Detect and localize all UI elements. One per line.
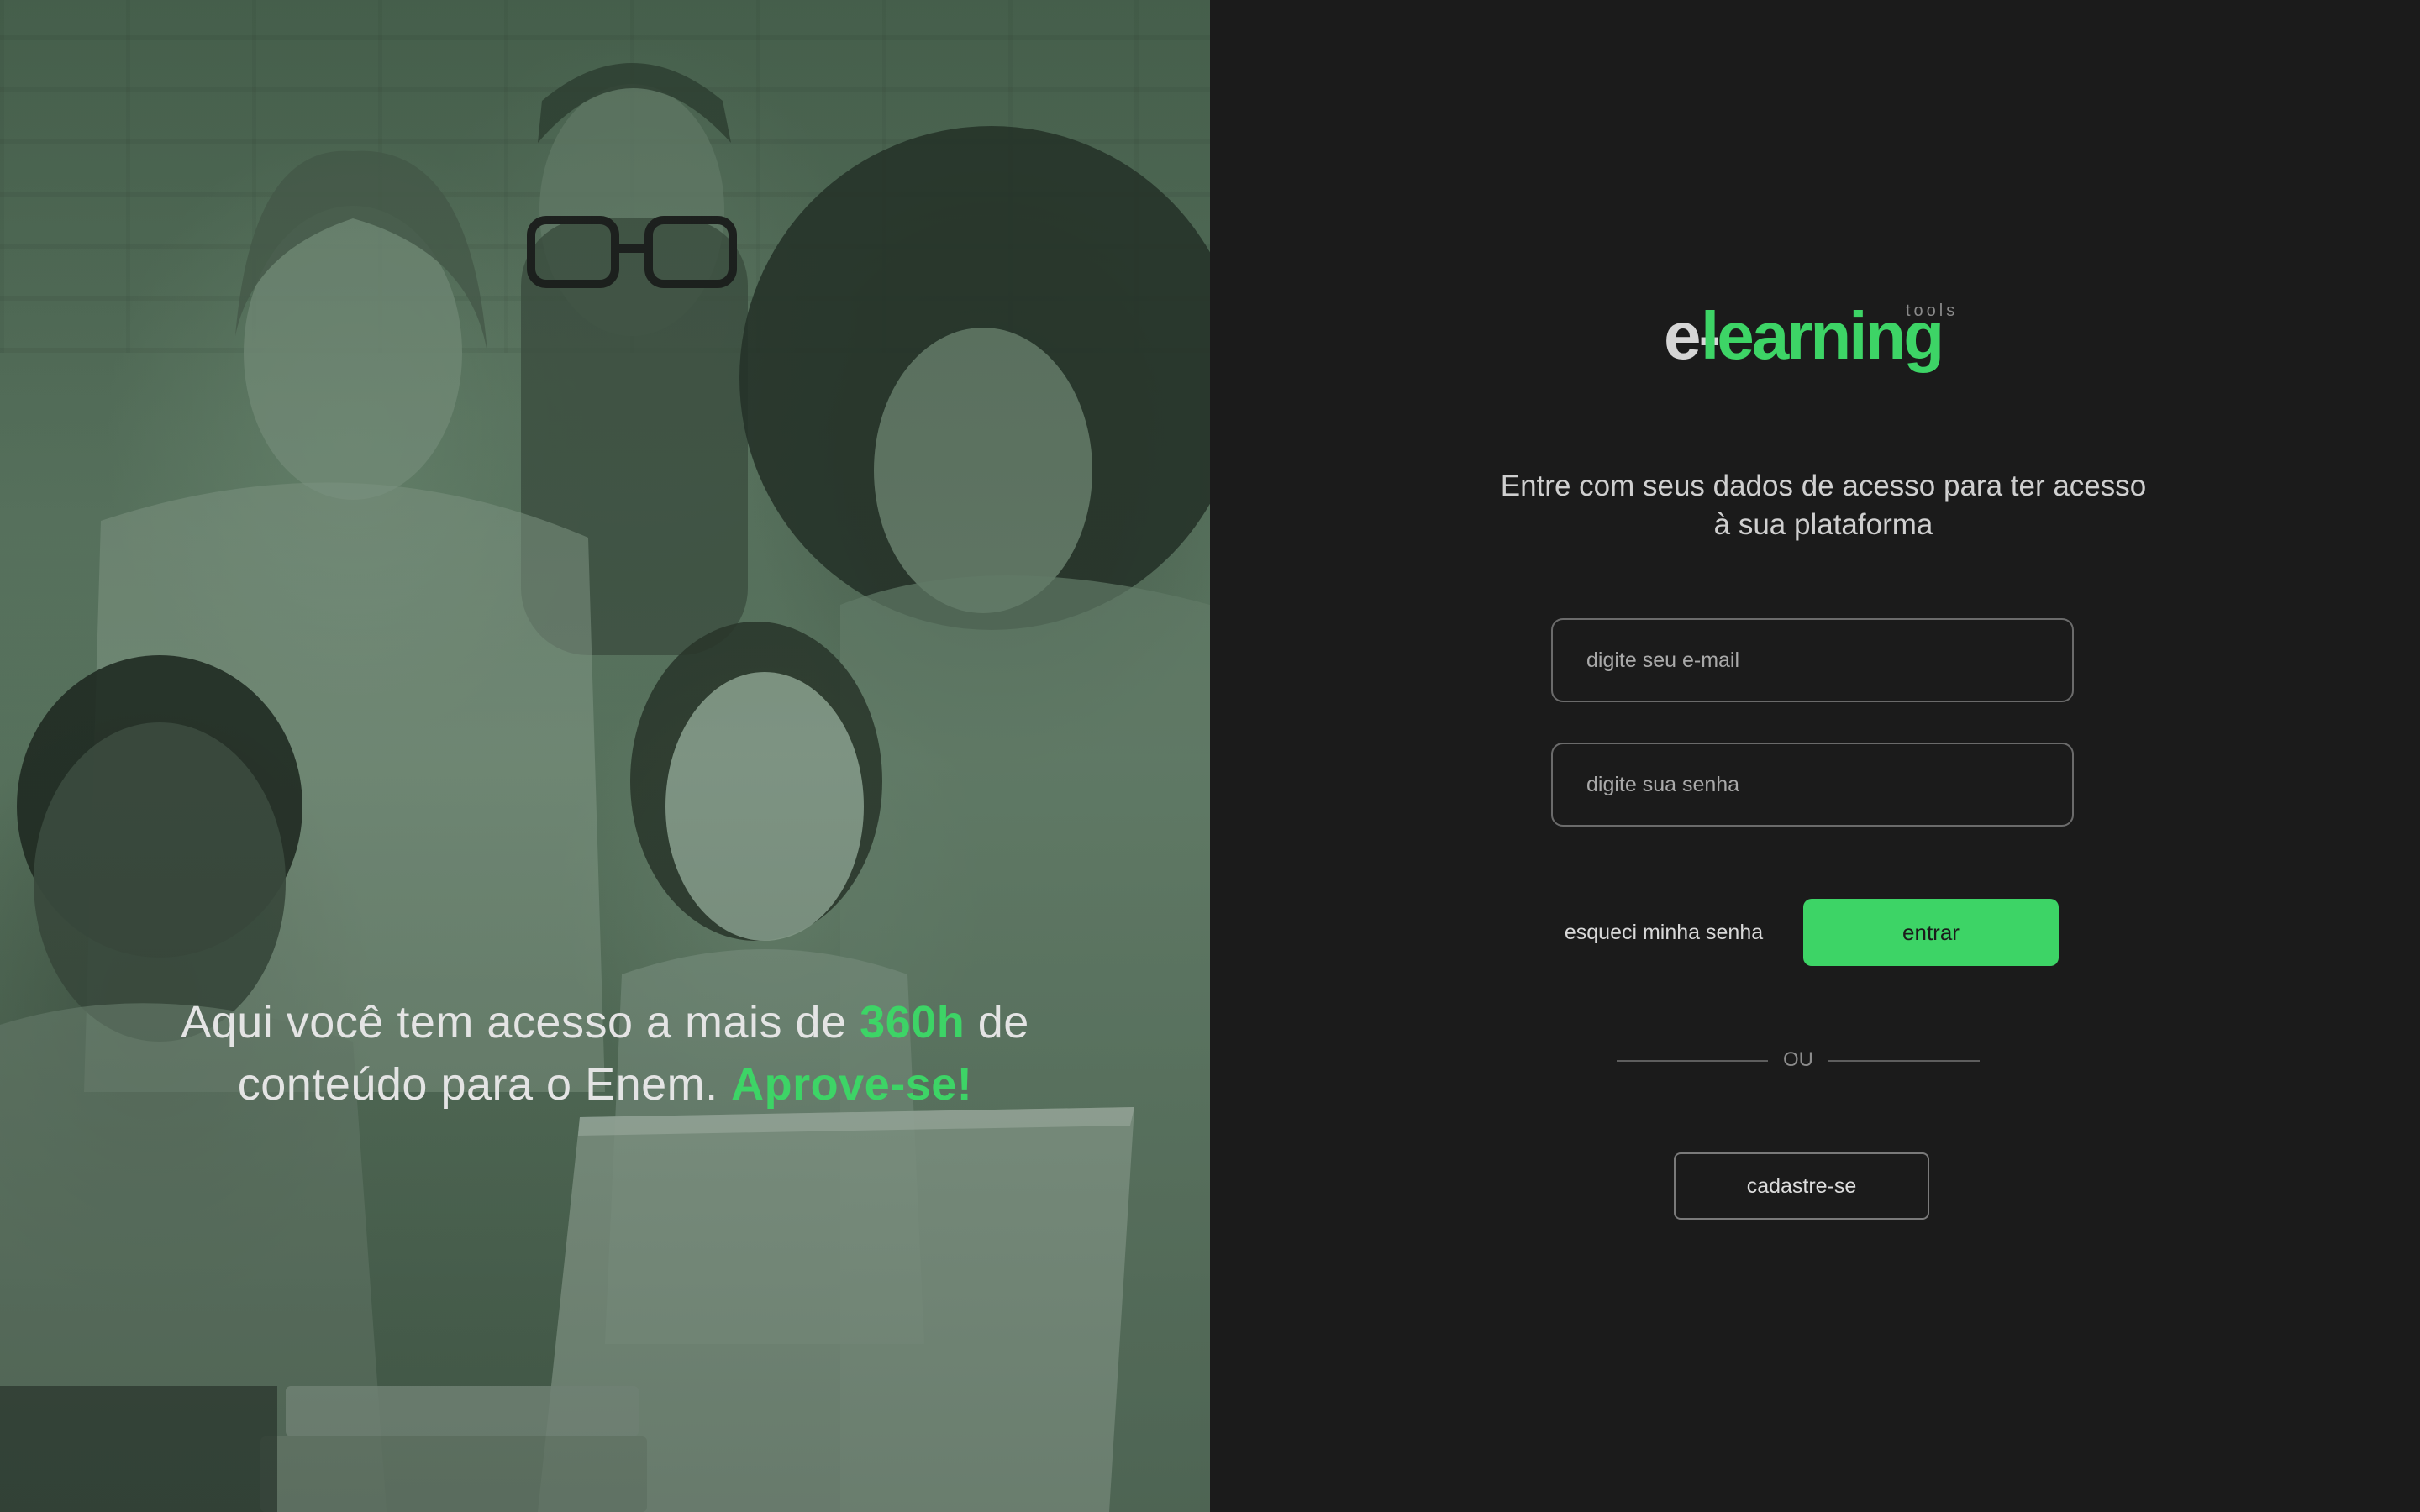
instructions-line1: Entre com seus dados de acesso para ter … [1500,470,2147,502]
forgot-password-link[interactable]: esqueci minha senha [1563,899,1765,966]
login-panel: e- learning tools Entre com seus dados d… [1210,0,2420,1512]
logo-suffix: tools [1906,302,1959,320]
login-page: Aqui você tem acesso a mais de 360h de c… [0,0,2420,1512]
hero-text-part2: de [965,997,1029,1047]
password-field[interactable] [1551,743,2074,827]
hero-text-part3: conteúdo para o Enem. [237,1059,732,1110]
email-field[interactable] [1551,618,2074,702]
enter-button[interactable]: entrar [1803,899,2059,966]
hero-panel: Aqui você tem acesso a mais de 360h de c… [0,0,1210,1512]
hero-headline: Aqui você tem acesso a mais de 360h de c… [101,991,1109,1116]
hero-highlight-cta: Aprove-se! [731,1059,973,1110]
divider-line-left [1617,1060,1768,1062]
signup-button[interactable]: cadastre-se [1674,1152,1929,1220]
divider-line-right [1828,1060,1980,1062]
login-instructions: Entre com seus dados de acesso para ter … [1487,467,2160,544]
instructions-line2: à sua plataforma [1713,508,1933,541]
hero-text-part1: Aqui você tem acesso a mais de [181,997,860,1047]
hero-green-overlay [0,0,1210,1512]
hero-highlight-hours: 360h [860,997,965,1047]
e-learning-logo: e- learning tools [1664,294,1983,378]
or-divider: OU [1617,1045,1980,1075]
divider-label: OU [1783,1048,1813,1071]
